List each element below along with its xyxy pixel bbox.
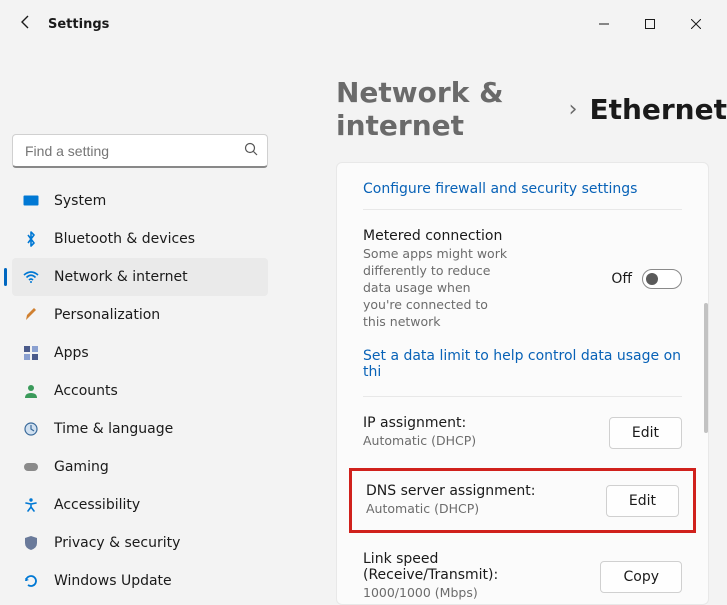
apps-icon [22, 346, 40, 360]
maximize-icon [645, 19, 655, 29]
sidebar-item-personalization[interactable]: Personalization [12, 296, 268, 334]
sidebar-item-label: Time & language [54, 421, 173, 437]
arrow-left-icon [18, 14, 34, 30]
sidebar-item-update[interactable]: Windows Update [12, 562, 268, 600]
ip-title: IP assignment: [363, 415, 476, 431]
breadcrumb: Network & internet › Ethernet [336, 76, 727, 142]
metered-title: Metered connection [363, 228, 513, 244]
settings-panel: Configure firewall and security settings… [336, 162, 709, 605]
sidebar-item-label: Accessibility [54, 497, 140, 513]
search-input[interactable] [12, 134, 268, 168]
close-icon [691, 19, 701, 29]
sidebar-item-label: Accounts [54, 383, 118, 399]
search-box[interactable] [12, 134, 268, 168]
scrollbar[interactable] [704, 303, 708, 433]
sidebar-item-accounts[interactable]: Accounts [12, 372, 268, 410]
brush-icon [22, 308, 40, 322]
sidebar: System Bluetooth & devices Network & int… [0, 48, 280, 605]
back-button[interactable] [18, 14, 34, 34]
sidebar-item-label: Bluetooth & devices [54, 231, 195, 247]
shield-icon [22, 536, 40, 550]
metered-toggle[interactable] [642, 269, 682, 289]
chevron-right-icon: › [569, 97, 578, 122]
link-speed-value: 1000/1000 (Mbps) [363, 585, 548, 602]
sidebar-item-label: Network & internet [54, 269, 188, 285]
copy-button[interactable]: Copy [600, 561, 682, 593]
sidebar-item-label: Gaming [54, 459, 109, 475]
ip-edit-button[interactable]: Edit [609, 417, 682, 449]
sidebar-item-system[interactable]: System [12, 182, 268, 220]
sidebar-item-bluetooth[interactable]: Bluetooth & devices [12, 220, 268, 258]
close-button[interactable] [673, 8, 719, 40]
gamepad-icon [22, 461, 40, 473]
display-icon [22, 195, 40, 207]
person-icon [22, 384, 40, 398]
breadcrumb-parent[interactable]: Network & internet [336, 76, 557, 142]
sidebar-item-time[interactable]: Time & language [12, 410, 268, 448]
sidebar-item-label: Apps [54, 345, 89, 361]
ip-value: Automatic (DHCP) [363, 433, 476, 450]
sidebar-item-label: System [54, 193, 106, 209]
dns-edit-button[interactable]: Edit [606, 485, 679, 517]
toggle-label: Off [611, 271, 632, 287]
sidebar-item-privacy[interactable]: Privacy & security [12, 524, 268, 562]
minimize-button[interactable] [581, 8, 627, 40]
link-speed-title: Link speed (Receive/Transmit): [363, 551, 548, 583]
sidebar-item-gaming[interactable]: Gaming [12, 448, 268, 486]
update-icon [22, 574, 40, 588]
metered-desc: Some apps might work differently to redu… [363, 246, 513, 330]
minimize-icon [599, 19, 609, 29]
titlebar: Settings [0, 0, 727, 48]
accessibility-icon [22, 498, 40, 512]
dns-highlight: DNS server assignment: Automatic (DHCP) … [349, 468, 696, 533]
clock-globe-icon [22, 422, 40, 436]
sidebar-item-label: Windows Update [54, 573, 172, 589]
sidebar-item-apps[interactable]: Apps [12, 334, 268, 372]
search-icon [244, 142, 258, 160]
sidebar-item-label: Privacy & security [54, 535, 180, 551]
wifi-icon [22, 271, 40, 283]
bluetooth-icon [22, 231, 40, 247]
firewall-link[interactable]: Configure firewall and security settings [363, 181, 637, 197]
sidebar-item-accessibility[interactable]: Accessibility [12, 486, 268, 524]
breadcrumb-current: Ethernet [589, 93, 727, 126]
maximize-button[interactable] [627, 8, 673, 40]
sidebar-item-network[interactable]: Network & internet [12, 258, 268, 296]
dns-title: DNS server assignment: [366, 483, 536, 499]
sidebar-item-label: Personalization [54, 307, 160, 323]
data-limit-link[interactable]: Set a data limit to help control data us… [363, 348, 681, 380]
window-title: Settings [48, 17, 109, 32]
dns-value: Automatic (DHCP) [366, 501, 536, 518]
